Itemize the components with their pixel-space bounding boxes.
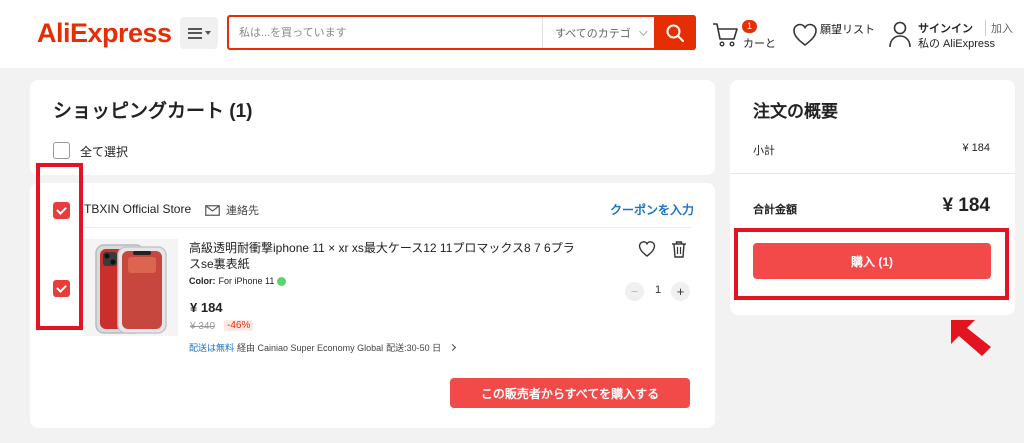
menu-icon [187, 27, 202, 39]
join-link[interactable]: 加入 [985, 20, 1013, 36]
color-label: Color: [189, 276, 216, 286]
heart-icon [638, 241, 656, 257]
summary-title: 注文の概要 [753, 102, 838, 121]
plus-icon: + [676, 284, 685, 299]
store-name[interactable]: TBXIN Official Store [84, 202, 191, 216]
account-area: サインイン 加入 私の AliExpress [888, 18, 1018, 50]
search-category-label: すべてのカテゴ [555, 27, 631, 40]
color-value: For iPhone 11 [218, 276, 275, 286]
shipping-carrier: 経由 Cainiao Super Economy Global [237, 343, 384, 353]
minus-icon: − [630, 284, 639, 299]
buy-all-from-seller-button[interactable]: この販売者からすべてを購入する [450, 378, 690, 408]
cart-header-panel [30, 80, 715, 175]
cart-count-badge: 1 [742, 20, 758, 33]
shipping-info[interactable]: 配送は無料 経由 Cainiao Super Economy Global 配送… [189, 341, 457, 354]
total-label: 合計金額 [753, 204, 797, 216]
mail-icon [205, 204, 220, 216]
free-shipping-label: 配送は無料 [189, 343, 235, 353]
shipping-time: 配送:30-50 日 [386, 343, 442, 353]
category-menu-button[interactable] [180, 17, 218, 49]
user-icon [889, 21, 911, 48]
chevron-right-icon [449, 343, 457, 352]
pointer-arrow-icon [944, 315, 994, 364]
subtotal-value: ¥ 184 [962, 142, 990, 154]
phone-case-image [84, 239, 178, 336]
wishlist-label: 願望リスト [820, 24, 875, 36]
search-bar: すべてのカテゴ [227, 15, 696, 50]
my-aliexpress-link[interactable]: 私の AliExpress [918, 35, 995, 51]
quantity-value[interactable]: 1 [648, 284, 668, 296]
search-category-select[interactable]: すべてのカテゴ [542, 17, 656, 48]
discount-badge: -46% [224, 320, 254, 331]
subtotal-label: 小計 [753, 145, 775, 157]
original-price: ¥ 340 [190, 321, 216, 332]
quantity-decrease-button[interactable]: − [625, 282, 644, 301]
search-button[interactable] [654, 15, 696, 50]
page-title: ショッピングカート (1) [53, 101, 253, 122]
total-value: ¥ 184 [942, 195, 990, 216]
delete-item-button[interactable] [671, 240, 687, 263]
summary-divider [730, 173, 1015, 174]
chevron-down-icon [638, 26, 648, 36]
wishlist-link[interactable]: 願望リスト [792, 18, 882, 50]
contact-label: 連絡先 [226, 205, 259, 217]
cart-link[interactable]: 1 カーと [711, 18, 781, 50]
quantity-increase-button[interactable]: + [671, 282, 690, 301]
product-price: ¥ 184 [190, 300, 223, 315]
search-icon [666, 24, 684, 42]
select-all-label[interactable]: 全て選択 [80, 143, 128, 160]
trash-icon [672, 241, 686, 258]
contact-seller-link[interactable]: 連絡先 [205, 202, 259, 218]
status-dot-icon [277, 276, 287, 286]
caret-down-icon [204, 31, 211, 35]
cart-icon [713, 23, 738, 47]
aliexpress-logo[interactable]: AliExpress [37, 18, 172, 49]
signin-link[interactable]: サインイン [918, 20, 973, 36]
wishlist-item-button[interactable] [638, 240, 656, 263]
purchase-highlight-box [734, 228, 1009, 300]
product-image[interactable] [84, 239, 178, 336]
checkbox-highlight-box [36, 163, 83, 330]
cart-label: カーと [743, 38, 776, 50]
search-input[interactable] [229, 17, 541, 48]
product-variant: Color: For iPhone 11 [189, 276, 287, 286]
top-header: AliExpress すべてのカテゴ 1 カーと 願望リスト [0, 0, 1024, 68]
coupon-link[interactable]: クーポンを入力 [610, 201, 694, 218]
product-title[interactable]: 高級透明耐衝撃iphone 11 × xr xs最大ケース12 11プロマックス… [189, 240, 584, 272]
store-divider [84, 227, 691, 228]
select-all-checkbox[interactable] [53, 142, 70, 159]
heart-icon [793, 23, 817, 47]
